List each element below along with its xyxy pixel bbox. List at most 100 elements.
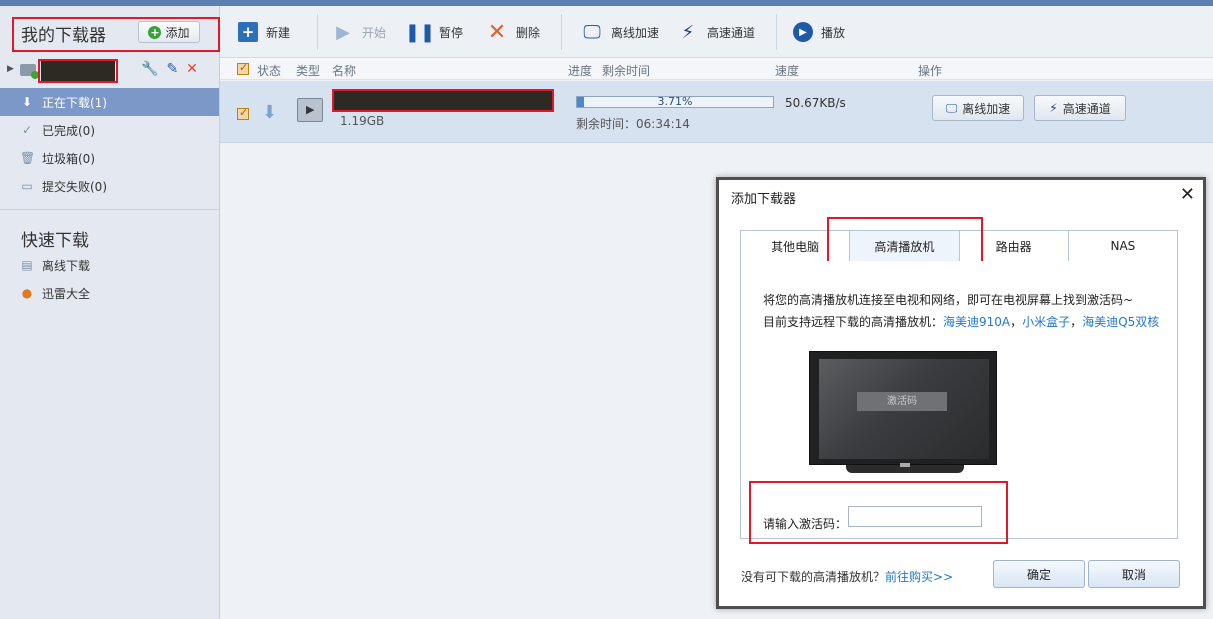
select-all-checkbox[interactable] <box>237 61 249 75</box>
check-icon: ✓ <box>21 123 33 137</box>
quick-download-title: 快速下载 <box>21 231 89 251</box>
ok-button[interactable]: 确定 <box>993 560 1085 588</box>
add-downloader-button[interactable]: + 添加 <box>138 21 200 43</box>
start-button[interactable]: ▶ 开始 <box>332 6 386 58</box>
device-link-1[interactable]: 海美迪910A <box>943 315 1010 329</box>
tv-illustration: 激活码 <box>809 351 997 465</box>
tab-router[interactable]: 路由器 <box>959 231 1069 261</box>
col-progress: 进度 <box>568 64 593 78</box>
monitor-icon: 🖵 <box>583 21 601 43</box>
plus-icon: + <box>148 25 162 39</box>
wrench-icon[interactable]: 🔧 <box>141 61 158 77</box>
activation-code-input[interactable] <box>848 506 982 527</box>
activation-code-label: 请输入激活码： <box>763 517 848 531</box>
new-button[interactable]: + 新建 <box>238 6 290 58</box>
task-checkbox[interactable] <box>237 106 249 120</box>
monitor-icon: 🖵 <box>945 100 958 115</box>
sidebar-item-offline[interactable]: ▤ 离线下载 <box>0 251 219 279</box>
add-downloader-dialog: 添加下载器 ✕ 其他电脑 高清播放机 路由器 NAS 将您的高清播放机连接至电视… <box>716 177 1206 609</box>
play-label: 播放 <box>821 25 846 40</box>
play-circle-icon: ▶ <box>793 22 813 42</box>
sidebar-item-label: 离线下载 <box>42 258 91 273</box>
sidebar: 我的下载器 + 添加 ▶ 🔧 ✎ ✕ ⬇ 正在下载(1) ✓ 已完成(0) 🗑 … <box>0 6 220 619</box>
footer-text: 没有可下载的高清播放机？前往购买>> <box>741 568 953 585</box>
tab-other-pc[interactable]: 其他电脑 <box>741 231 851 261</box>
highspeed-label: 高速通道 <box>707 25 756 40</box>
progress-bar: 3.71% <box>576 95 774 108</box>
offline-accel-button[interactable]: 🖵 离线加速 <box>581 6 659 58</box>
list-header: 状态 类型 名称 进度 剩余时间 速度 操作 <box>220 58 1213 80</box>
tab-hd-player[interactable]: 高清播放机 <box>850 231 960 261</box>
dialog-title: 添加下载器 <box>731 192 797 207</box>
device-name-redacted <box>41 60 115 81</box>
play-triangle-icon: ▶ <box>336 21 350 43</box>
new-icon: + <box>238 22 258 42</box>
device-row[interactable]: ▶ 🔧 ✎ ✕ <box>0 58 219 84</box>
highspeed-button[interactable]: ⚡ 高速通道 <box>677 6 755 58</box>
device-link-2[interactable]: 小米盒子 <box>1022 315 1070 329</box>
close-icon[interactable]: ✕ <box>1180 184 1195 205</box>
failed-icon: ▭ <box>21 179 33 193</box>
tab-nas[interactable]: NAS <box>1068 231 1177 261</box>
separator-comma: ， <box>1070 315 1083 329</box>
col-type: 类型 <box>296 64 321 78</box>
table-row[interactable]: ⬇ 1.19GB 3.71% 剩余时间：06:34:14 50.67KB/s 🖵… <box>220 81 1213 143</box>
buy-link[interactable]: 前往购买>> <box>885 570 953 584</box>
sidebar-item-failed[interactable]: ▭ 提交失败(0) <box>0 172 219 200</box>
download-speed: 50.67KB/s <box>785 96 846 110</box>
col-remaining: 剩余时间 <box>602 64 651 78</box>
sidebar-title: 我的下载器 <box>21 26 106 46</box>
video-file-icon <box>297 98 323 122</box>
sidebar-item-label: 迅雷大全 <box>42 286 91 301</box>
no-device-text: 没有可下载的高清播放机？ <box>741 570 886 584</box>
expand-arrow-icon[interactable]: ▶ <box>7 64 14 74</box>
lightning-icon: ⚡ <box>681 21 695 43</box>
sidebar-item-completed[interactable]: ✓ 已完成(0) <box>0 116 219 144</box>
delete-label: 删除 <box>516 25 541 40</box>
start-label: 开始 <box>362 25 387 40</box>
toolbar: + 新建 ▶ 开始 ❚❚ 暂停 ✕ 删除 🖵 离线加速 ⚡ 高速通道 ▶ 播放 <box>220 6 1213 58</box>
dialog-tabs: 其他电脑 高清播放机 路由器 NAS <box>740 230 1178 262</box>
play-button[interactable]: ▶ 播放 <box>793 6 845 58</box>
device-icon <box>20 64 39 79</box>
sidebar-item-xunlei[interactable]: ● 迅雷大全 <box>0 279 219 307</box>
row-offline-accel-label: 离线加速 <box>962 101 1011 116</box>
toolbar-separator <box>317 14 318 50</box>
edit-icon[interactable]: ✎ <box>166 61 178 77</box>
sidebar-header: 我的下载器 + 添加 <box>0 6 219 56</box>
row-highspeed-button[interactable]: ⚡ 高速通道 <box>1034 95 1126 121</box>
xunlei-icon: ● <box>21 286 33 300</box>
tab-panel: 将您的高清播放机连接至电视和网络，即可在电视屏幕上找到激活码~ 目前支持远程下载… <box>740 261 1178 539</box>
add-downloader-label: 添加 <box>165 25 190 40</box>
sidebar-item-downloading[interactable]: ⬇ 正在下载(1) <box>0 88 219 116</box>
separator-comma: ， <box>1010 315 1023 329</box>
col-speed: 速度 <box>775 64 800 78</box>
delete-x-icon: ✕ <box>487 19 507 45</box>
row-highspeed-label: 高速通道 <box>1062 101 1111 116</box>
tv-stand <box>846 463 964 473</box>
remaining-time: 剩余时间：06:34:14 <box>576 117 690 131</box>
col-status: 状态 <box>257 64 282 78</box>
device-link-3[interactable]: 海美迪Q5双核 <box>1082 315 1159 329</box>
file-name-redacted <box>333 91 553 110</box>
instruction-text: 将您的高清播放机连接至电视和网络，即可在电视屏幕上找到激活码~ <box>763 293 1134 307</box>
cancel-button[interactable]: 取消 <box>1088 560 1180 588</box>
download-arrow-icon: ⬇ <box>262 102 278 123</box>
pause-icon: ❚❚ <box>404 21 436 43</box>
pause-label: 暂停 <box>439 25 464 40</box>
remove-icon[interactable]: ✕ <box>186 61 198 77</box>
pause-button[interactable]: ❚❚ 暂停 <box>404 6 464 58</box>
supported-devices-text: 目前支持远程下载的高清播放机：海美迪910A，小米盒子，海美迪Q5双核 <box>763 313 1159 330</box>
toolbar-separator <box>776 14 777 50</box>
sidebar-item-trash[interactable]: 🗑 垃圾箱(0) <box>0 144 219 172</box>
supported-prefix: 目前支持远程下载的高清播放机： <box>763 315 944 329</box>
col-action: 操作 <box>918 64 943 78</box>
row-offline-accel-button[interactable]: 🖵 离线加速 <box>932 95 1024 121</box>
delete-button[interactable]: ✕ 删除 <box>486 6 540 58</box>
file-size: 1.19GB <box>340 114 385 128</box>
lightning-icon: ⚡ <box>1049 101 1058 115</box>
sidebar-divider <box>0 209 219 210</box>
offline-accel-label: 离线加速 <box>611 25 660 40</box>
tv-activation-code: 激活码 <box>857 392 947 411</box>
progress-text: 3.71% <box>657 95 693 108</box>
